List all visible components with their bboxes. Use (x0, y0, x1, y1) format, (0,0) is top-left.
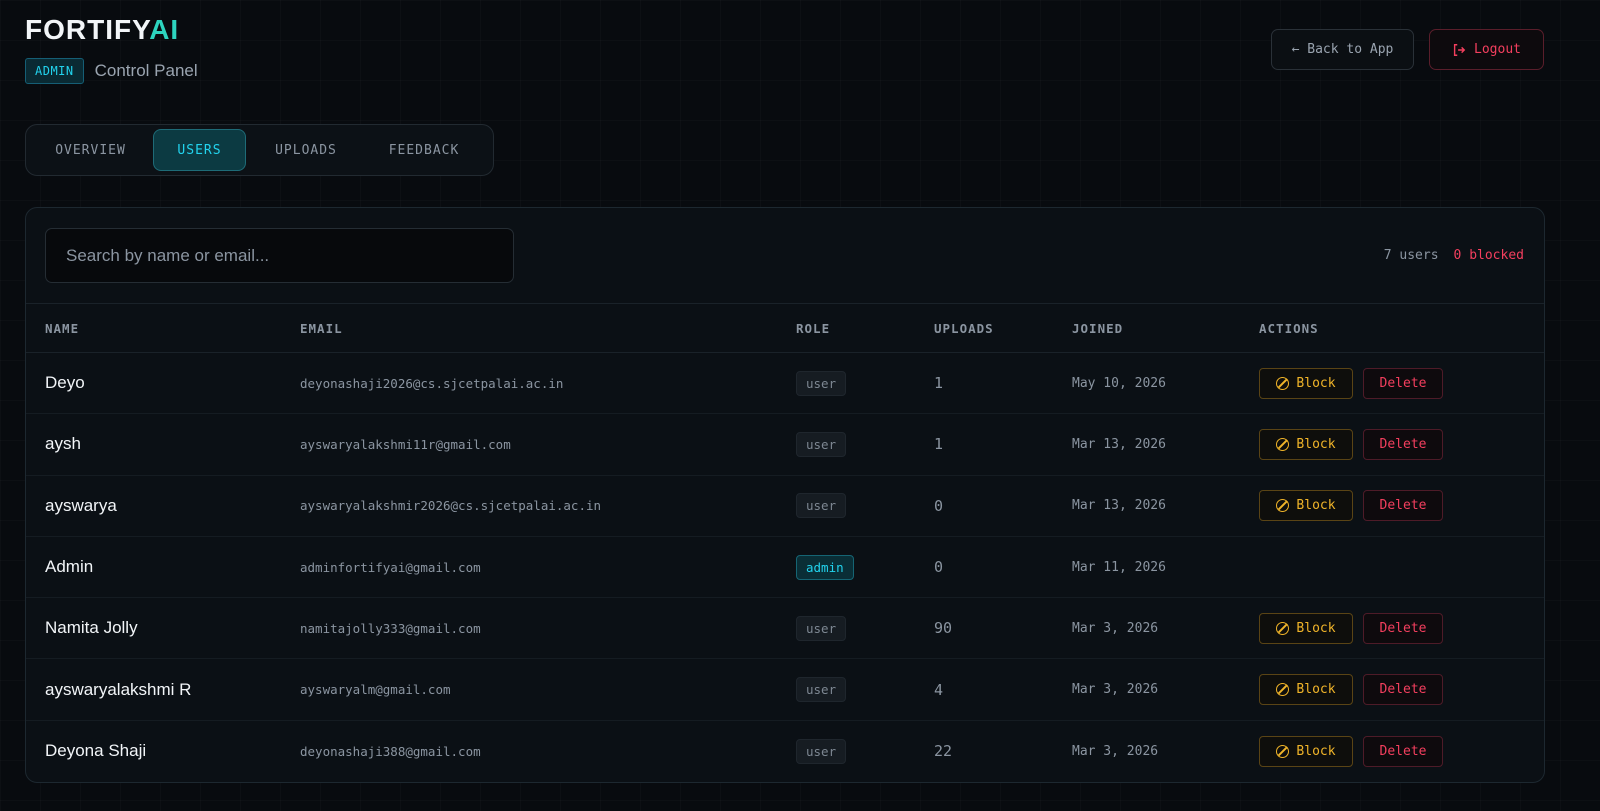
delete-button[interactable]: Delete (1363, 490, 1443, 522)
table-row: Deyona Shaji deyonashaji388@gmail.com us… (26, 721, 1544, 782)
logo-accent: AI (149, 14, 180, 45)
block-button[interactable]: Block (1259, 367, 1353, 399)
table-row: ayswarya ayswaryalakshmir2026@cs.sjcetpa… (26, 476, 1544, 537)
user-name: Deyo (45, 373, 85, 393)
user-email: ayswaryalakshmir2026@cs.sjcetpalai.ac.in (300, 498, 602, 514)
column-header-role[interactable]: ROLE (796, 321, 830, 336)
joined-date: Mar 11, 2026 (1072, 559, 1166, 575)
row-actions: Block Delete (1259, 490, 1443, 522)
role-badge: user (796, 431, 847, 457)
block-icon (1276, 376, 1290, 390)
back-to-app-button[interactable]: ← Back to App (1271, 29, 1414, 70)
logout-icon (1453, 43, 1466, 56)
block-icon (1276, 621, 1290, 635)
tab-feedback[interactable]: FEEDBACK (366, 129, 482, 171)
delete-button[interactable]: Delete (1363, 428, 1443, 460)
users-table-body: Deyo deyonashaji2026@cs.sjcetpalai.ac.in… (26, 353, 1544, 782)
table-row: ayswaryalakshmi R ayswaryalm@gmail.com u… (26, 659, 1544, 721)
user-name: aysh (45, 434, 81, 454)
row-actions: Block Delete (1259, 428, 1443, 460)
block-button[interactable]: Block (1259, 735, 1353, 767)
user-email: ayswaryalm@gmail.com (300, 682, 451, 698)
tab-uploads[interactable]: UPLOADS (246, 129, 366, 171)
joined-date: Mar 3, 2026 (1072, 620, 1159, 636)
upload-count: 4 (934, 680, 944, 699)
joined-date: Mar 3, 2026 (1072, 743, 1159, 759)
table-row: Deyo deyonashaji2026@cs.sjcetpalai.ac.in… (26, 353, 1544, 415)
upload-count: 1 (934, 435, 944, 454)
block-icon (1276, 744, 1290, 758)
tab-overview[interactable]: OVERVIEW (28, 129, 153, 171)
upload-count: 1 (934, 374, 944, 393)
user-name: Deyona Shaji (45, 741, 147, 761)
user-name: Admin (45, 557, 94, 577)
search-input[interactable] (45, 228, 514, 283)
upload-count: 0 (934, 496, 944, 515)
tab-bar: OVERVIEW USERS UPLOADS FEEDBACK (25, 124, 494, 176)
row-actions: Block Delete (1259, 735, 1443, 767)
role-badge: user (796, 370, 847, 396)
table-header: NAME EMAIL ROLE UPLOADS JOINED ACTIONS (26, 304, 1544, 353)
page-subtitle: Control Panel (94, 61, 198, 80)
row-actions: Block Delete (1259, 674, 1443, 706)
delete-button[interactable]: Delete (1363, 612, 1443, 644)
table-row: Namita Jolly namitajolly333@gmail.com us… (26, 598, 1544, 660)
role-badge: user (796, 493, 847, 519)
logo-main: FORTIFY (25, 14, 150, 45)
block-button[interactable]: Block (1259, 490, 1353, 522)
blocked-count: 0 blocked (1453, 248, 1524, 263)
role-badge: admin (796, 554, 854, 580)
upload-count: 0 (934, 558, 944, 577)
logout-button[interactable]: Logout (1429, 29, 1544, 70)
users-panel: 7 users 0 blocked NAME EMAIL ROLE UPLOAD… (25, 207, 1545, 783)
role-badge: user (796, 677, 847, 703)
user-email: deyonashaji388@gmail.com (300, 743, 481, 759)
table-row: aysh ayswaryalakshmi11r@gmail.com user 1… (26, 414, 1544, 476)
column-header-actions: ACTIONS (1259, 320, 1319, 336)
delete-button[interactable]: Delete (1363, 735, 1443, 767)
block-icon (1276, 437, 1290, 451)
column-header-name[interactable]: NAME (45, 321, 79, 336)
upload-count: 22 (934, 742, 953, 761)
block-button[interactable]: Block (1259, 674, 1353, 706)
user-email: ayswaryalakshmi11r@gmail.com (300, 436, 511, 452)
logo: FORTIFYAI (25, 12, 198, 48)
brand: FORTIFYAI ADMIN Control Panel (25, 12, 198, 84)
block-button[interactable]: Block (1259, 612, 1353, 644)
joined-date: Mar 13, 2026 (1072, 436, 1166, 452)
delete-button[interactable]: Delete (1363, 367, 1443, 399)
user-email: deyonashaji2026@cs.sjcetpalai.ac.in (300, 375, 564, 391)
user-email: namitajolly333@gmail.com (300, 620, 481, 636)
role-badge: user (796, 738, 847, 764)
role-badge: user (796, 615, 847, 641)
upload-count: 90 (934, 619, 953, 638)
user-count: 7 users (1383, 248, 1439, 263)
block-icon (1276, 683, 1290, 697)
table-row: Admin adminfortifyai@gmail.com admin 0 M… (26, 537, 1544, 599)
column-header-joined[interactable]: JOINED (1072, 321, 1123, 336)
row-actions: Block Delete (1259, 612, 1443, 644)
tab-users[interactable]: USERS (153, 129, 246, 171)
user-name: ayswarya (45, 495, 117, 515)
block-icon (1276, 499, 1290, 513)
user-name: ayswaryalakshmi R (45, 679, 192, 699)
row-actions: Block Delete (1259, 367, 1443, 399)
user-name: Namita Jolly (45, 618, 138, 638)
column-header-uploads[interactable]: UPLOADS (934, 321, 994, 336)
joined-date: Mar 13, 2026 (1072, 498, 1166, 514)
user-email: adminfortifyai@gmail.com (300, 559, 481, 575)
admin-badge: ADMIN (25, 58, 84, 84)
delete-button[interactable]: Delete (1363, 674, 1443, 706)
joined-date: Mar 3, 2026 (1072, 682, 1159, 698)
joined-date: May 10, 2026 (1072, 375, 1166, 391)
column-header-email[interactable]: EMAIL (300, 321, 343, 336)
block-button[interactable]: Block (1259, 428, 1353, 460)
